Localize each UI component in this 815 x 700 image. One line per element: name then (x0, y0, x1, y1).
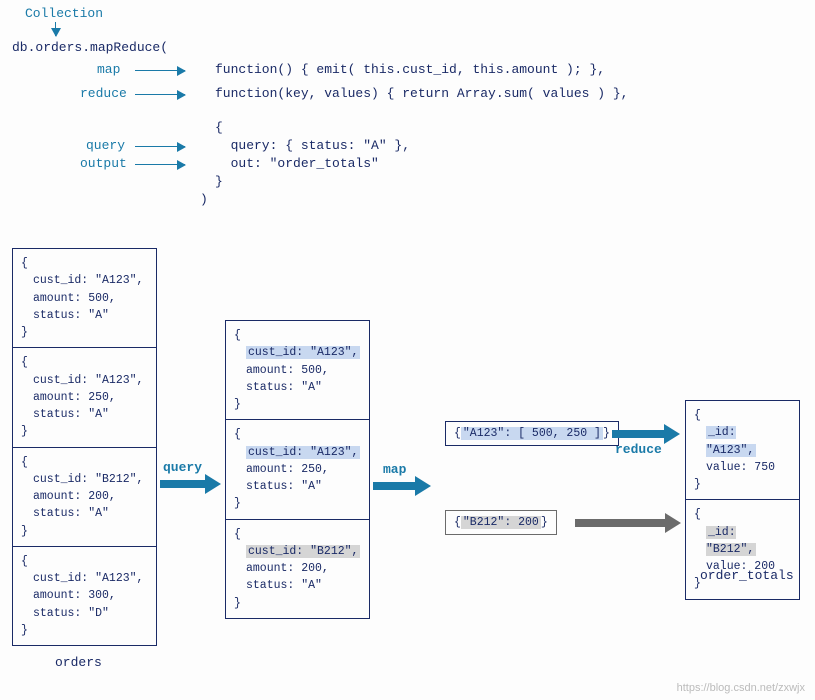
query-label: query (86, 138, 125, 153)
reduce-arrow (135, 94, 185, 95)
filtered-collection: { cust_id: "A123", amount: 500, status: … (225, 320, 370, 619)
map-function: function() { emit( this.cust_id, this.am… (215, 62, 605, 77)
emitted-group-b212: {"B212": 200} (445, 510, 557, 535)
emitted-group-a123: {"A123": [ 500, 250 ]} (445, 421, 619, 446)
results-doc: { _id: "B212", value: 200 } (686, 500, 799, 598)
filtered-doc: { cust_id: "A123", amount: 250, status: … (226, 420, 369, 519)
results-doc: { _id: "A123", value: 750 } (686, 401, 799, 500)
collection-label: Collection (25, 6, 103, 21)
query-stage-label: query (163, 460, 202, 475)
out-line: out: "order_totals" (215, 156, 379, 171)
watermark: https://blog.csdn.net/zxwjx (677, 682, 805, 694)
reduce-stage-label: reduce (615, 442, 662, 457)
options-open-brace: { (215, 120, 223, 135)
collection-arrow (55, 22, 56, 36)
map-arrow (135, 70, 185, 71)
results-caption: order_totals (700, 568, 794, 583)
mapreduce-call: db.orders.mapReduce( (12, 40, 168, 55)
reduce-function: function(key, values) { return Array.sum… (215, 86, 628, 101)
orders-doc: { cust_id: "A123", amount: 500, status: … (13, 249, 156, 348)
orders-doc: { cust_id: "A123", amount: 250, status: … (13, 348, 156, 447)
map-stage-label: map (383, 462, 406, 477)
orders-doc: { cust_id: "B212", amount: 200, status: … (13, 448, 156, 547)
call-close-paren: ) (200, 192, 208, 207)
diagram-stage: Collection db.orders.mapReduce( map func… (0, 0, 815, 700)
orders-caption: orders (55, 655, 102, 670)
options-close-brace: } (215, 174, 223, 189)
reduce-label: reduce (80, 86, 127, 101)
output-arrow (135, 164, 185, 165)
output-label: output (80, 156, 127, 171)
query-arrow (135, 146, 185, 147)
query-line: query: { status: "A" }, (215, 138, 410, 153)
map-label: map (97, 62, 120, 77)
filtered-doc: { cust_id: "B212", amount: 200, status: … (226, 520, 369, 618)
filtered-doc: { cust_id: "A123", amount: 500, status: … (226, 321, 369, 420)
orders-collection: { cust_id: "A123", amount: 500, status: … (12, 248, 157, 646)
orders-doc: { cust_id: "A123", amount: 300, status: … (13, 547, 156, 645)
